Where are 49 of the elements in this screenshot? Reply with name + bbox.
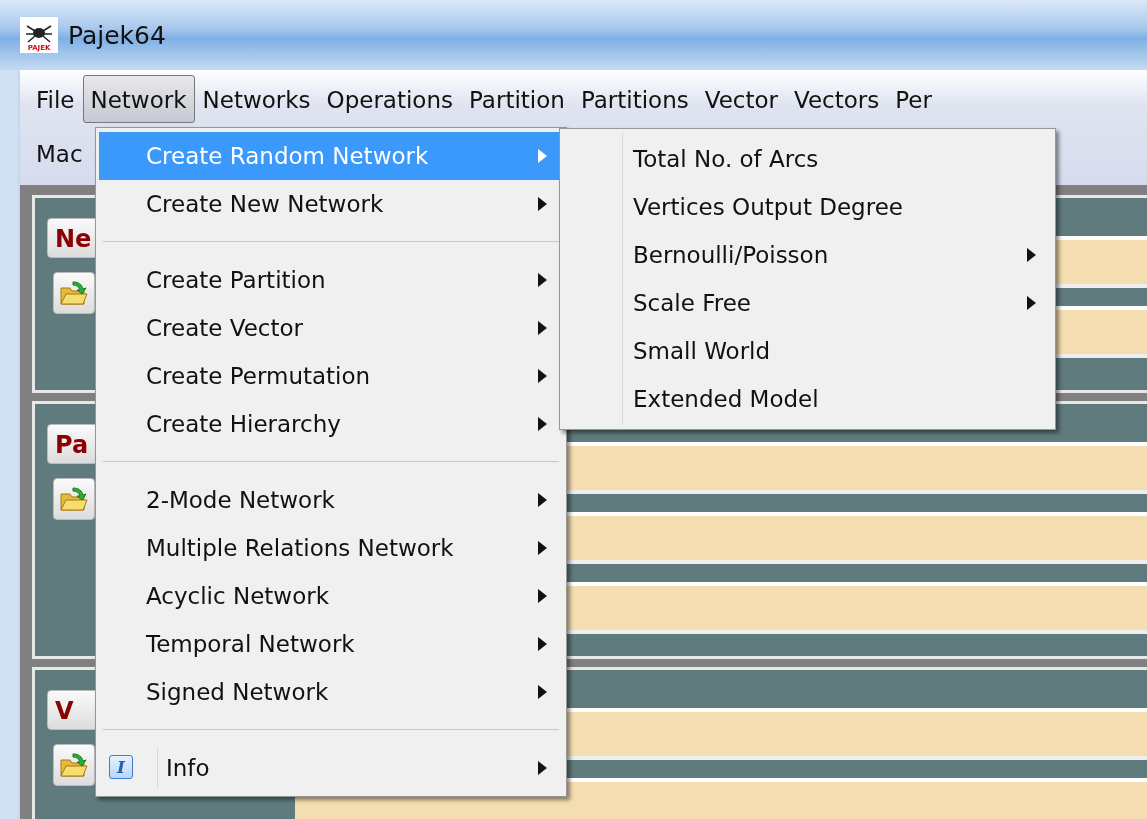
menu-item[interactable]: I Info bbox=[99, 744, 563, 792]
menu-item[interactable]: Total No. of Arcs bbox=[563, 135, 1052, 183]
submenu-arrow-icon bbox=[538, 149, 547, 163]
submenu-arrow-icon bbox=[538, 273, 547, 287]
open-folder-icon bbox=[60, 752, 88, 778]
menu-item[interactable]: 2-Mode Network bbox=[99, 476, 563, 524]
submenu-arrow-icon bbox=[538, 493, 547, 507]
menu-item[interactable]: Small World bbox=[563, 327, 1052, 375]
menu-bar-item[interactable]: Vector bbox=[696, 75, 786, 123]
menu-bar-item[interactable]: File bbox=[28, 75, 83, 123]
menu-item[interactable]: Create Hierarchy bbox=[99, 400, 563, 448]
menu-item[interactable]: Create Partition bbox=[99, 256, 563, 304]
menu-bar-item[interactable]: Partitions bbox=[572, 75, 697, 123]
submenu-arrow-icon bbox=[538, 589, 547, 603]
menu-item[interactable]: Create New Network bbox=[99, 180, 563, 228]
submenu-arrow-icon bbox=[538, 685, 547, 699]
submenu-arrow-icon bbox=[538, 761, 547, 775]
submenu-arrow-icon bbox=[1027, 248, 1036, 262]
menu-item[interactable]: Signed Network bbox=[99, 668, 563, 716]
submenu-arrow-icon bbox=[1027, 296, 1036, 310]
menu-item[interactable]: Create Permutation bbox=[99, 352, 563, 400]
menu-bar-item[interactable]: Partition bbox=[461, 75, 573, 123]
menu-item[interactable]: Acyclic Network bbox=[99, 572, 563, 620]
submenu-arrow-icon bbox=[538, 197, 547, 211]
open-folder-icon bbox=[60, 486, 88, 512]
menu-item[interactable]: Bernoulli/Poisson bbox=[563, 231, 1052, 279]
submenu-arrow-icon bbox=[538, 541, 547, 555]
open-button[interactable] bbox=[53, 478, 95, 520]
menu-item[interactable]: Vertices Output Degree bbox=[563, 183, 1052, 231]
menu-bar-item[interactable]: Operations bbox=[318, 75, 461, 123]
submenu-arrow-icon bbox=[538, 637, 547, 651]
menu-item[interactable]: Multiple Relations Network bbox=[99, 524, 563, 572]
menu-item[interactable]: Scale Free bbox=[563, 279, 1052, 327]
submenu-arrow-icon bbox=[538, 417, 547, 431]
menu-item[interactable]: Temporal Network bbox=[99, 620, 563, 668]
menu-bar-item[interactable]: Mac bbox=[28, 129, 91, 177]
menu-bar-item[interactable]: Per bbox=[887, 75, 940, 123]
open-folder-icon bbox=[60, 280, 88, 306]
menu-bar-item[interactable]: Vectors bbox=[786, 75, 888, 123]
open-button[interactable] bbox=[53, 744, 95, 786]
menu-bar-item[interactable]: Networks bbox=[194, 75, 319, 123]
menu-bar-item[interactable]: Network bbox=[82, 75, 195, 123]
submenu-arrow-icon bbox=[538, 369, 547, 383]
submenu-arrow-icon bbox=[538, 321, 547, 335]
menu-item[interactable]: Extended Model bbox=[563, 375, 1052, 423]
window-title: Pajek64 bbox=[68, 20, 166, 50]
open-button[interactable] bbox=[53, 272, 95, 314]
menu-item[interactable]: Create Vector bbox=[99, 304, 563, 352]
info-icon: I bbox=[109, 755, 133, 779]
